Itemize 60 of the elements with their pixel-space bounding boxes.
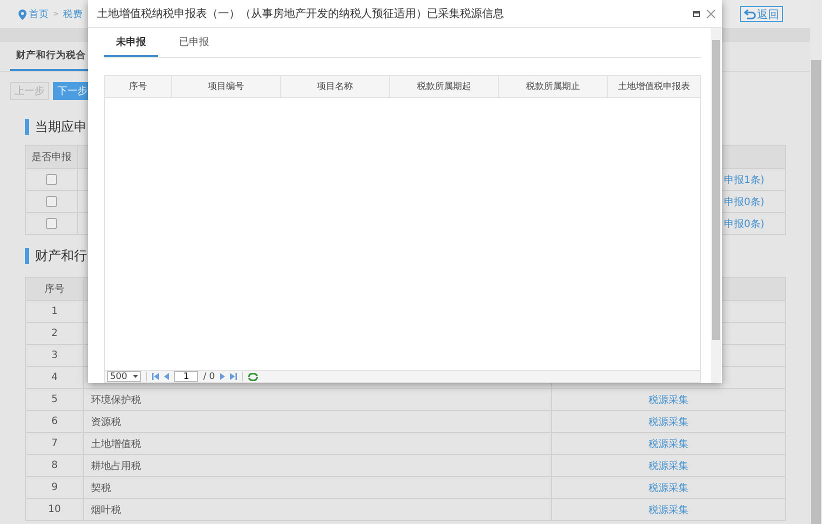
report-link[interactable]: 申报0条): [724, 196, 764, 208]
table-cell: 资源税: [84, 410, 552, 432]
return-arrow-icon: [744, 8, 756, 20]
dialog-title: 土地增值税纳税申报表（一）（从事房地产开发的纳税人预征适用）已采集税源信息: [97, 6, 505, 21]
column-header: 序号: [26, 278, 84, 300]
tax-source-link[interactable]: 税源采集: [648, 416, 688, 428]
section-title: 当期应申: [35, 119, 87, 136]
return-button[interactable]: 返回: [740, 6, 783, 22]
report-link[interactable]: 申报1条): [724, 174, 764, 186]
maximize-icon[interactable]: [693, 10, 700, 18]
section-marker: [25, 248, 29, 264]
table-cell: 2: [26, 322, 84, 344]
page-input[interactable]: 1: [174, 371, 198, 382]
section-title: 财产和行: [35, 248, 87, 265]
tax-source-link[interactable]: 税源采集: [648, 504, 688, 516]
location-pin-icon: [18, 8, 27, 20]
column-header: 土地增值税申报表: [618, 80, 690, 93]
table-cell: 6: [26, 410, 84, 432]
table-cell: 环境保护税: [84, 388, 552, 410]
previous-page-icon[interactable]: [164, 373, 170, 380]
table-cell: 烟叶税: [84, 498, 552, 520]
page-size-select[interactable]: 500: [107, 371, 142, 382]
column-header: 是否申报: [26, 146, 78, 168]
tab[interactable]: 未申报: [104, 28, 158, 57]
table-cell: 7: [26, 432, 84, 454]
scrollbar[interactable]: [711, 28, 721, 383]
column-header: 税款所属期止: [526, 80, 580, 93]
tab[interactable]: 已申报: [167, 28, 221, 57]
table-cell: 契税: [84, 476, 552, 498]
breadcrumb-link[interactable]: 税费: [62, 8, 83, 20]
table-cell: 耕地占用税: [84, 454, 552, 476]
tax-source-link[interactable]: 税源采集: [648, 482, 688, 494]
table-cell: 1: [26, 300, 84, 322]
last-page-icon[interactable]: [230, 373, 237, 380]
breadcrumb-link[interactable]: 首页: [29, 8, 49, 20]
section-marker: [25, 119, 29, 135]
table-cell: 9: [26, 476, 84, 498]
refresh-icon[interactable]: [248, 372, 258, 380]
table-cell: 10: [26, 498, 84, 520]
page-total: / 0: [203, 372, 215, 382]
report-link[interactable]: 申报0条): [724, 218, 764, 230]
close-icon[interactable]: [706, 8, 716, 18]
column-header: 税款所属期起: [417, 80, 471, 93]
first-page-icon[interactable]: [152, 373, 160, 380]
column-header: 序号: [129, 80, 147, 93]
table-cell: 土地增值税: [84, 432, 552, 454]
tax-source-link[interactable]: 税源采集: [648, 394, 688, 406]
tax-source-link[interactable]: 税源采集: [648, 438, 688, 450]
table-cell: 3: [26, 344, 84, 366]
caret-icon: [133, 375, 138, 378]
column-header: 项目名称: [317, 80, 353, 93]
checkbox[interactable]: [46, 174, 57, 185]
column-header: 项目编号: [208, 80, 244, 93]
next-page-icon[interactable]: [220, 373, 225, 380]
tax-source-link[interactable]: 税源采集: [648, 460, 688, 472]
checkbox[interactable]: [46, 218, 57, 229]
table-cell: 8: [26, 454, 84, 476]
checkbox[interactable]: [46, 196, 57, 207]
table-cell: 4: [26, 366, 84, 388]
table-cell: 5: [26, 388, 84, 410]
